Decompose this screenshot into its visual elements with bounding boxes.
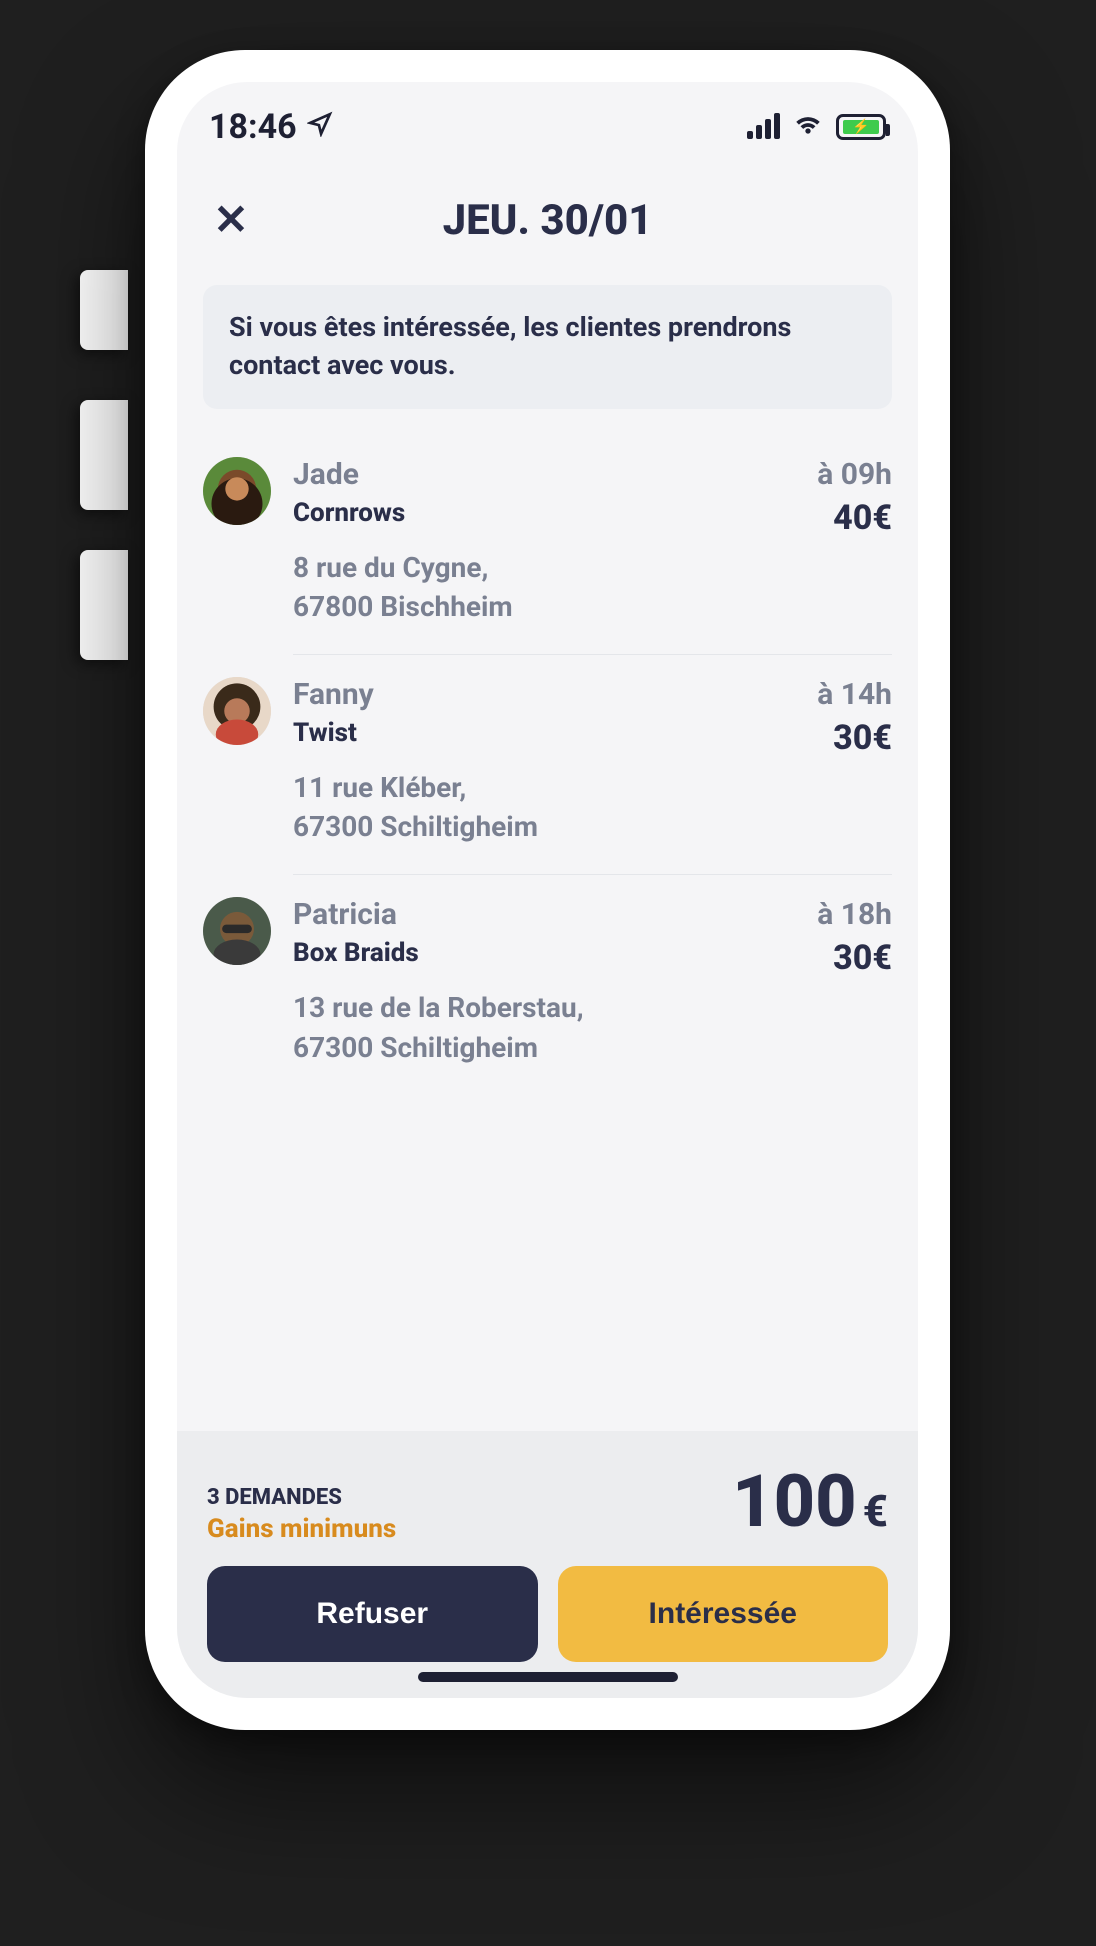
phone-side-button bbox=[80, 550, 128, 660]
list-item-main: Jade à 09h Cornrows 40€ 8 rue du Cygne, … bbox=[293, 457, 892, 626]
list-item-main: Fanny à 14h Twist 30€ 11 rue Kléber, 673… bbox=[293, 677, 892, 846]
address-line-1: 8 rue du Cygne, bbox=[293, 548, 892, 587]
address-line-1: 13 rue de la Roberstau, bbox=[293, 988, 892, 1027]
service-name: Cornrows bbox=[293, 498, 405, 528]
address-line-1: 11 rue Kléber, bbox=[293, 768, 892, 807]
screen: 18:46 ⚡ ✕ JEU. 30/01 bbox=[177, 82, 918, 1698]
signal-icon bbox=[747, 115, 780, 139]
client-name: Jade bbox=[293, 457, 359, 492]
list-item[interactable]: Fanny à 14h Twist 30€ 11 rue Kléber, 673… bbox=[293, 654, 892, 874]
service-name: Box Braids bbox=[293, 938, 419, 968]
close-icon: ✕ bbox=[213, 195, 248, 245]
client-name: Patricia bbox=[293, 897, 397, 932]
status-left: 18:46 bbox=[209, 107, 333, 147]
phone-frame: 18:46 ⚡ ✕ JEU. 30/01 bbox=[145, 50, 950, 1730]
total-amount: 100 € bbox=[732, 1459, 888, 1544]
avatar bbox=[203, 677, 271, 745]
avatar bbox=[203, 897, 271, 965]
close-button[interactable]: ✕ bbox=[207, 196, 255, 244]
refuse-button-label: Refuser bbox=[316, 1597, 428, 1631]
service-name: Twist bbox=[293, 718, 357, 748]
price: 40€ bbox=[833, 498, 892, 538]
gains-label: Gains minimuns bbox=[207, 1514, 396, 1544]
wifi-icon bbox=[792, 107, 824, 148]
price: 30€ bbox=[833, 938, 892, 978]
header: ✕ JEU. 30/01 bbox=[177, 152, 918, 285]
address: 13 rue de la Roberstau, 67300 Schiltighe… bbox=[293, 988, 892, 1066]
phone-side-button bbox=[80, 270, 128, 350]
list-item[interactable]: Jade à 09h Cornrows 40€ 8 rue du Cygne, … bbox=[203, 435, 892, 654]
interested-button-label: Intéressée bbox=[649, 1597, 797, 1631]
address-line-2: 67300 Schiltigheim bbox=[293, 807, 892, 846]
status-right: ⚡ bbox=[747, 107, 886, 148]
footer-summary: 3 DEMANDES Gains minimuns bbox=[207, 1485, 396, 1544]
appointment-time: à 18h bbox=[817, 897, 892, 932]
status-bar: 18:46 ⚡ bbox=[177, 82, 918, 152]
footer: 3 DEMANDES Gains minimuns 100 € Refuser … bbox=[177, 1431, 918, 1698]
location-icon bbox=[307, 110, 333, 145]
address-line-2: 67300 Schiltigheim bbox=[293, 1028, 892, 1067]
request-count: 3 DEMANDES bbox=[207, 1485, 396, 1510]
total-value: 100 bbox=[732, 1459, 857, 1544]
status-time: 18:46 bbox=[209, 107, 297, 147]
address: 11 rue Kléber, 67300 Schiltigheim bbox=[293, 768, 892, 846]
interested-button[interactable]: Intéressée bbox=[558, 1566, 889, 1662]
list-item[interactable]: Patricia à 18h Box Braids 30€ 13 rue de … bbox=[293, 874, 892, 1094]
request-list: Jade à 09h Cornrows 40€ 8 rue du Cygne, … bbox=[177, 409, 918, 1095]
refuse-button[interactable]: Refuser bbox=[207, 1566, 538, 1662]
avatar bbox=[203, 457, 271, 525]
list-item-main: Patricia à 18h Box Braids 30€ 13 rue de … bbox=[293, 897, 892, 1066]
page-title: JEU. 30/01 bbox=[207, 196, 888, 245]
info-box: Si vous êtes intéressée, les clientes pr… bbox=[203, 285, 892, 409]
address-line-2: 67800 Bischheim bbox=[293, 587, 892, 626]
appointment-time: à 14h bbox=[817, 677, 892, 712]
appointment-time: à 09h bbox=[817, 457, 892, 492]
address: 8 rue du Cygne, 67800 Bischheim bbox=[293, 548, 892, 626]
total-currency: € bbox=[863, 1485, 888, 1537]
home-indicator[interactable] bbox=[418, 1672, 678, 1682]
client-name: Fanny bbox=[293, 677, 374, 712]
battery-icon: ⚡ bbox=[836, 114, 886, 140]
info-text: Si vous êtes intéressée, les clientes pr… bbox=[229, 311, 791, 381]
price: 30€ bbox=[833, 718, 892, 758]
phone-side-button bbox=[80, 400, 128, 510]
